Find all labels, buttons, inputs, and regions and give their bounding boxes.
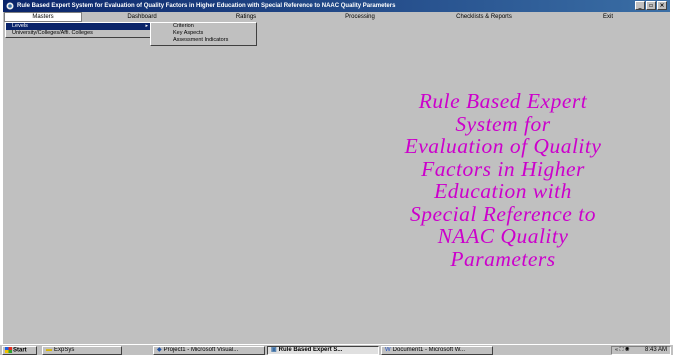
taskbar-button-project1[interactable]: ◆ Project1 - Microsoft Visual... — [153, 346, 265, 355]
menu-item-assessment-indicators[interactable]: Assessment Indicators — [151, 37, 256, 44]
heading-line: NAAC Quality — [437, 224, 569, 248]
menu-checklists-reports[interactable]: Checklists & Reports — [429, 12, 539, 22]
window-title: Rule Based Expert System for Evaluation … — [17, 3, 396, 9]
app-window-icon: ▣ — [271, 347, 277, 353]
minimize-button[interactable]: _ — [635, 1, 645, 10]
maximize-button[interactable]: ▫ — [646, 1, 656, 10]
masters-dropdown: Levels ▸ University/Colleges/Affi. Colle… — [5, 22, 152, 38]
taskbar-button-label: Document1 - Microsoft W... — [392, 347, 466, 353]
menu-ratings[interactable]: Ratings — [216, 12, 276, 22]
heading-line: System for — [455, 111, 551, 136]
heading-line: Rule Based Expert — [418, 89, 588, 113]
application-window: Rule Based Expert System for Evaluation … — [3, 0, 670, 344]
menu-bar: Masters Dashboard Ratings Processing Che… — [3, 12, 670, 22]
heading-line: Parameters — [450, 246, 556, 271]
heading-line: Factors in Higher — [421, 156, 585, 181]
vb-icon: ◆ — [157, 347, 162, 353]
start-button[interactable]: Start — [2, 346, 37, 355]
heading-line: Evaluation of Quality — [404, 134, 602, 158]
folder-icon: ▬ — [46, 347, 52, 353]
taskbar-button-label: Project1 - Microsoft Visual... — [163, 347, 239, 353]
title-bar[interactable]: Rule Based Expert System for Evaluation … — [3, 0, 670, 12]
start-label: Start — [13, 347, 27, 354]
close-button[interactable]: × — [657, 1, 667, 10]
window-controls: _ ▫ × — [635, 1, 667, 10]
menu-item-levels-label: Levels — [12, 23, 28, 29]
menu-processing[interactable]: Processing — [325, 12, 395, 22]
windows-logo-icon — [5, 347, 12, 353]
submenu-arrow-icon: ▸ — [145, 23, 148, 29]
taskbar-button-rule-based-expert[interactable]: ▣ Rule Based Expert S... — [267, 346, 379, 355]
heading-line: Special Reference to — [410, 201, 596, 226]
taskbar: Start ▬ ExpSys ◆ Project1 - Microsoft Visu… — [0, 344, 673, 355]
app-icon — [6, 2, 14, 10]
main-heading: Rule Based Expert System for Evaluation … — [343, 90, 663, 270]
menu-item-university-colleges[interactable]: University/Colleges/Affi. Colleges — [6, 30, 151, 37]
menu-item-criterion[interactable]: Criterion — [151, 23, 256, 30]
menu-item-levels[interactable]: Levels ▸ — [6, 23, 151, 30]
heading-line: Education with — [434, 179, 572, 203]
menu-item-key-aspects[interactable]: Key Aspects — [151, 30, 256, 37]
taskbar-button-document1[interactable]: W Document1 - Microsoft W... — [381, 346, 493, 355]
menu-masters[interactable]: Masters — [4, 12, 82, 22]
levels-submenu: Criterion Key Aspects Assessment Indicat… — [150, 22, 257, 46]
clock: 8:43 AM — [644, 347, 667, 353]
tray-icons[interactable]: « ⛶ ◉ — [615, 347, 629, 354]
menu-dashboard[interactable]: Dashboard — [102, 12, 182, 22]
menu-exit[interactable]: Exit — [588, 12, 628, 22]
taskbar-button-label: Rule Based Expert S... — [278, 347, 343, 353]
word-icon: W — [385, 347, 391, 353]
system-tray: « ⛶ ◉ 8:43 AM — [611, 346, 671, 355]
taskbar-button-expsys[interactable]: ▬ ExpSys — [42, 346, 122, 355]
taskbar-button-label: ExpSys — [54, 347, 75, 353]
